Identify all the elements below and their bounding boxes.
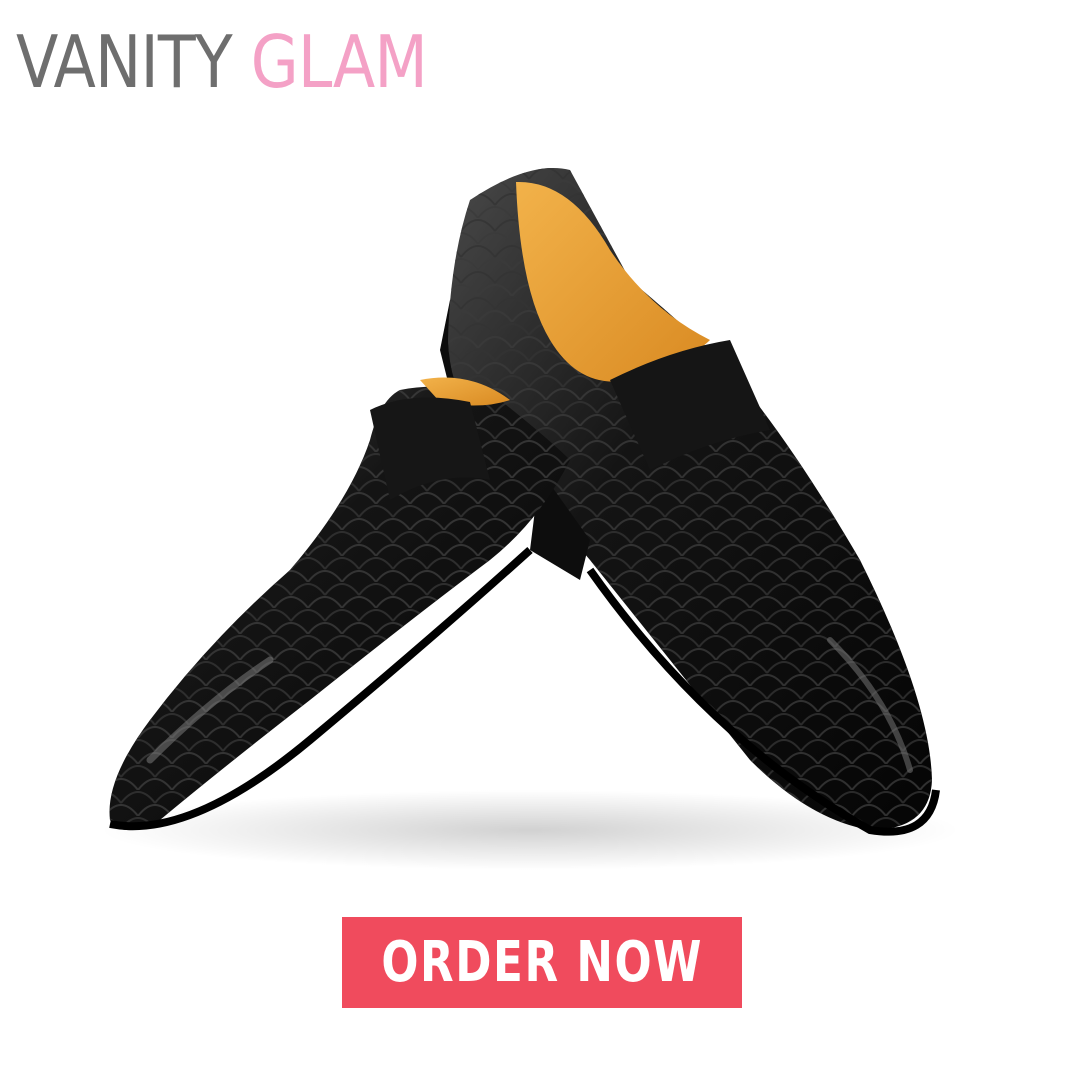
order-now-label: ORDER NOW — [381, 930, 703, 995]
brand-logo-glam: GLAM — [250, 20, 428, 104]
loafer-shoes-image — [100, 168, 960, 870]
product-image — [70, 140, 1010, 900]
brand-logo-vanity: VANITY — [16, 20, 233, 104]
brand-logo: VANITY GLAM — [16, 14, 428, 104]
left-shoe — [109, 377, 590, 831]
order-now-button[interactable]: ORDER NOW — [342, 917, 742, 1008]
